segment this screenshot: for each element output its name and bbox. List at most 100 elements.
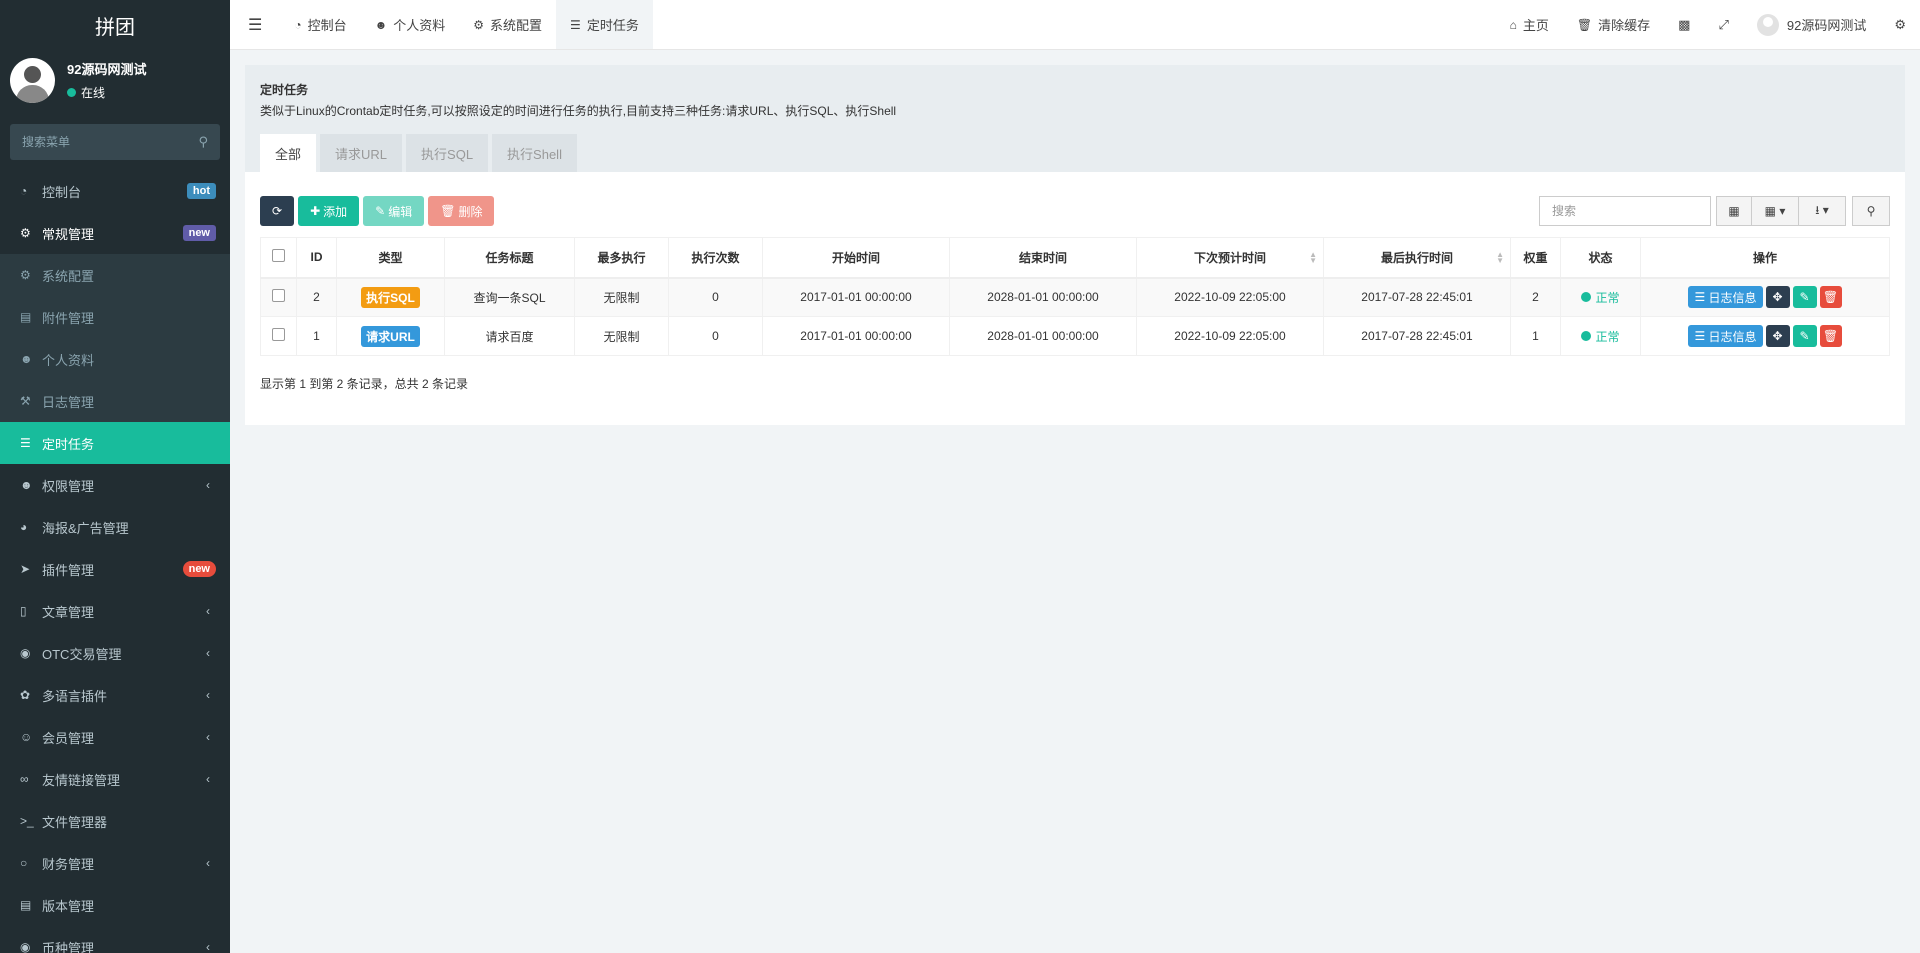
fullscreen-button[interactable]: ⤢ [1704,0,1742,49]
table-toolbar: ⟳ ✚ 添加 ✎ 编辑 🗑 删除 [260,196,498,226]
col-start[interactable]: 开始时间 [762,237,950,279]
language-button[interactable]: ▩ [1664,0,1704,49]
tab-sql[interactable]: 执行SQL [406,134,489,172]
tab-system-config[interactable]: ⚙ 系统配置 [459,0,556,49]
folder-open-icon: ▯ [20,604,27,618]
panel-tabs: 全部 请求URL 执行SQL 执行Shell [260,134,581,172]
sidebar-toggle-button[interactable]: ☰ [230,0,280,49]
sidebar-item-addons[interactable]: ➤ 插件管理 new [0,548,230,590]
circle-icon: ○ [20,856,28,870]
select-all-checkbox[interactable] [272,249,285,263]
sidebar-item-i18n[interactable]: ✿ 多语言插件 ‹ [0,674,230,716]
user-name: 92源码网测试 [67,62,147,77]
search-icon: ⚲ [1866,204,1876,218]
sidebar-item-finance[interactable]: ○ 财务管理 ‹ [0,842,230,884]
drag-handle-button[interactable]: ✥ [1765,325,1790,347]
avatar [1756,13,1779,36]
col-max[interactable]: 最多执行 [574,237,669,279]
panel-description: 类似于Linux的Crontab定时任务,可以按照设定的时间进行任务的执行,目前… [260,104,897,118]
drag-handle-button[interactable]: ✥ [1765,286,1790,309]
link-icon: ∞ [20,772,29,786]
log-info-button[interactable]: ☰ 日志信息 [1688,325,1763,347]
row-checkbox[interactable] [272,289,285,303]
hot-badge: hot [186,183,216,199]
col-title[interactable]: 任务标题 [444,237,575,279]
sidebar-item-attachments[interactable]: ▤ 附件管理 [0,296,230,338]
clear-cache-button[interactable]: 🗑 清除缓存 [1563,0,1664,49]
sidebar-item-currency[interactable]: ◉ 币种管理 ‹ [0,926,230,953]
select-all-cell [260,237,297,279]
columns-icon: ▦ ▾ [1764,204,1786,218]
cell-start: 2017-01-01 00:00:00 [762,316,950,356]
export-button[interactable]: ⭳ ▾ [1798,196,1846,226]
chevron-left-icon: ‹ [206,856,210,870]
cell-end: 2028-01-01 00:00:00 [949,277,1137,317]
table-search-input[interactable] [1539,196,1711,226]
col-type[interactable]: 类型 [336,237,445,279]
col-last[interactable]: 最后执行时间 ▲ ▼ [1323,237,1511,279]
advanced-search-button[interactable]: ⚲ [1852,196,1890,226]
pencil-icon: ✎ [1799,329,1810,343]
type-label[interactable]: 执行SQL [361,286,420,308]
user-panel: 92源码网测试 在线 [0,50,230,110]
search-icon[interactable]: ⚲ [198,134,208,150]
fullscreen-icon: ⤢ [1718,16,1729,32]
tasks-icon: ☰ [20,436,31,450]
new-badge: new [182,561,216,577]
sidebar-item-links[interactable]: ∞ 友情链接管理 ‹ [0,758,230,800]
col-weight[interactable]: 权重 [1510,237,1561,279]
sidebar-item-articles[interactable]: ▯ 文章管理 ‹ [0,590,230,632]
add-button[interactable]: ✚ 添加 [298,196,360,226]
sidebar-item-logs[interactable]: ⚒ 日志管理 [0,380,230,422]
sidebar-item-dashboard[interactable]: ◔ 控制台 hot [0,170,230,212]
sidebar-item-members[interactable]: ☺ 会员管理 ‹ [0,716,230,758]
table-header-row: ID 类型 任务标题 最多执行 执行次数 开始时间 结束时间 下次预计时间 ▲ ▼ … [260,237,1890,279]
status-badge[interactable]: 正常 [1581,328,1620,345]
tab-profile[interactable]: ☻ 个人资料 [361,0,460,49]
sidebar-item-auth[interactable]: ☻ 权限管理 ‹ [0,464,230,506]
log-info-button[interactable]: ☰ 日志信息 [1688,286,1763,309]
toggle-view-button[interactable]: ▦ [1716,196,1752,226]
tab-url[interactable]: 请求URL [320,134,403,172]
edit-button[interactable]: ✎ 编辑 [363,196,425,226]
home-link[interactable]: ⌂ 主页 [1496,0,1563,49]
user-menu[interactable]: 92源码网测试 [1743,0,1880,49]
col-id[interactable]: ID [296,237,337,279]
panel-heading: 定时任务 类似于Linux的Crontab定时任务,可以按照设定的时间进行任务的… [245,65,1905,172]
columns-button[interactable]: ▦ ▾ [1751,196,1799,226]
sidebar-item-crontab[interactable]: ☰ 定时任务 [0,422,230,464]
panel-title: 定时任务 [260,83,309,97]
sidebar-item-general[interactable]: ⚙ 常规管理 new [0,212,230,254]
control-sidebar-button[interactable]: ⚙ [1880,0,1920,49]
tab-all[interactable]: 全部 [260,134,317,172]
table-icon: ▦ [1728,204,1740,218]
row-edit-button[interactable]: ✎ [1792,286,1817,309]
refresh-button[interactable]: ⟳ [260,196,295,226]
sidebar-item-version[interactable]: ▤ 版本管理 [0,884,230,926]
tab-dashboard[interactable]: ◔ 控制台 [280,0,360,49]
brand-logo[interactable]: 拼团 [0,0,230,50]
sidebar-item-poster[interactable]: ◕ 海报&广告管理 [0,506,230,548]
sidebar-item-file-manager[interactable]: >_ 文件管理器 [0,800,230,842]
tab-crontab[interactable]: ☰ 定时任务 [556,0,653,49]
col-end[interactable]: 结束时间 [949,237,1137,279]
col-status[interactable]: 状态 [1560,237,1641,279]
chevron-left-icon: ‹ [206,772,210,786]
sidebar-item-profile[interactable]: ☻ 个人资料 [0,338,230,380]
sidebar-item-system-config[interactable]: ⚙ 系统配置 [0,254,230,296]
status-badge[interactable]: 正常 [1581,289,1620,306]
delete-button[interactable]: 🗑 删除 [428,196,495,226]
pencil-icon: ✎ [375,204,386,218]
menu-search-input[interactable] [22,135,199,149]
col-count[interactable]: 执行次数 [668,237,763,279]
row-delete-button[interactable]: 🗑 [1819,325,1842,347]
col-next[interactable]: 下次预计时间 ▲ ▼ [1136,237,1324,279]
tab-shell[interactable]: 执行Shell [492,134,577,172]
type-label[interactable]: 请求URL [361,325,420,347]
trash-icon: 🗑 [1822,329,1839,343]
crontab-table: ID 类型 任务标题 最多执行 执行次数 开始时间 结束时间 下次预计时间 ▲ ▼ … [260,237,1890,356]
row-delete-button[interactable]: 🗑 [1819,286,1842,309]
sidebar-item-otc[interactable]: ◉ OTC交易管理 ‹ [0,632,230,674]
row-edit-button[interactable]: ✎ [1792,325,1817,347]
row-checkbox[interactable] [272,328,285,341]
